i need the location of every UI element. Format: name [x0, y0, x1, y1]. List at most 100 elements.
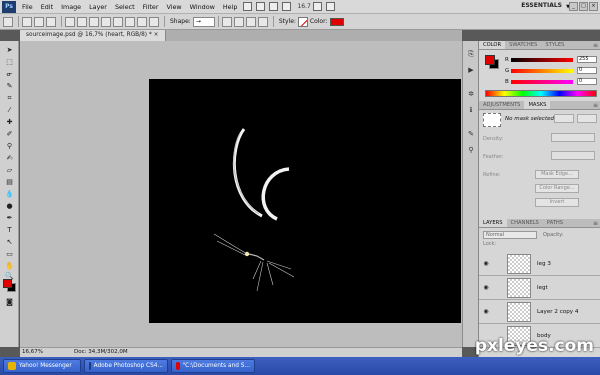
invert-button[interactable]: Invert: [535, 198, 579, 207]
red-value-field[interactable]: 255: [577, 56, 597, 63]
actions-icon[interactable]: ▶: [466, 65, 476, 75]
canvas-area[interactable]: [20, 41, 462, 347]
vector-mask-button[interactable]: [577, 114, 597, 123]
menu-image[interactable]: Image: [57, 3, 85, 11]
clone-source-icon[interactable]: ⚲: [466, 145, 476, 155]
mask-edge-button[interactable]: Mask Edge...: [535, 170, 579, 179]
blue-track[interactable]: [511, 80, 573, 84]
document-canvas[interactable]: [149, 79, 461, 323]
healing-brush-tool-icon[interactable]: ✚: [4, 117, 15, 127]
color-spectrum-bar[interactable]: [485, 90, 597, 97]
panel-menu-icon[interactable]: ≡: [593, 41, 598, 50]
status-zoom[interactable]: 16,67%: [22, 348, 43, 357]
pen-tool-icon[interactable]: ✒: [4, 213, 15, 223]
hand-tool-icon[interactable]: ✋: [4, 261, 15, 271]
pen-icon[interactable]: [65, 16, 75, 27]
close-icon[interactable]: ×: [154, 32, 159, 38]
rectangle-icon[interactable]: [89, 16, 99, 27]
layer-name[interactable]: leg 3: [537, 260, 551, 268]
tab-paths[interactable]: PATHS: [543, 219, 567, 227]
path-select-tool-icon[interactable]: ↖: [4, 237, 15, 247]
document-tab[interactable]: sourceimage.psd @ 16,7% (heart, RGB/8) *…: [20, 30, 166, 41]
menu-filter[interactable]: Filter: [139, 3, 163, 11]
menu-help[interactable]: Help: [219, 3, 242, 11]
style-picker[interactable]: [297, 16, 308, 27]
color-range-button[interactable]: Color Range...: [535, 184, 579, 193]
navigator-icon[interactable]: ✲: [466, 89, 476, 99]
dodge-tool-icon[interactable]: ●: [4, 201, 15, 211]
intersect-icon[interactable]: [245, 16, 256, 27]
pixel-mask-button[interactable]: [554, 114, 574, 123]
shape-tool-icon[interactable]: ▭: [4, 249, 15, 259]
tab-styles[interactable]: STYLES: [541, 41, 568, 49]
tab-adjustments[interactable]: ADJUSTMENTS: [479, 101, 524, 109]
minimize-icon[interactable]: _: [569, 2, 578, 11]
shape-picker[interactable]: →: [192, 16, 215, 27]
lasso-tool-icon[interactable]: ᓂ: [4, 69, 15, 79]
arrange-documents-icon[interactable]: [312, 2, 322, 11]
layer-row[interactable]: ◉ legt: [479, 276, 600, 300]
color-panel-foreground[interactable]: [485, 55, 495, 65]
eye-icon[interactable]: ◉: [482, 284, 490, 292]
blur-tool-icon[interactable]: 💧: [4, 189, 15, 199]
tab-layers[interactable]: LAYERS: [479, 219, 507, 227]
history-brush-tool-icon[interactable]: ✍: [4, 153, 15, 163]
layer-row[interactable]: ◉ Layer 2 copy 4: [479, 300, 600, 324]
eye-icon[interactable]: ◉: [482, 308, 490, 316]
type-tool-icon[interactable]: T: [4, 225, 15, 235]
bridge-icon[interactable]: [243, 2, 253, 11]
menu-file[interactable]: File: [18, 3, 37, 11]
tab-channels[interactable]: CHANNELS: [507, 219, 543, 227]
blend-mode-select[interactable]: Normal: [483, 231, 537, 239]
menu-select[interactable]: Select: [111, 3, 139, 11]
marquee-tool-icon[interactable]: ⬚: [4, 57, 15, 67]
green-value-field[interactable]: 0: [577, 67, 597, 74]
custom-shape-icon[interactable]: [149, 16, 159, 27]
shape-layers-icon[interactable]: [22, 16, 32, 27]
layer-row[interactable]: ◉ leg 3: [479, 252, 600, 276]
line-icon[interactable]: [137, 16, 147, 27]
eraser-tool-icon[interactable]: ▱: [4, 165, 15, 175]
close-icon[interactable]: ×: [589, 2, 598, 11]
red-track[interactable]: [511, 58, 573, 62]
panel-menu-icon[interactable]: ≡: [593, 101, 598, 110]
combine-icon[interactable]: [221, 16, 232, 27]
menu-window[interactable]: Window: [186, 3, 219, 11]
mini-bridge-icon[interactable]: [256, 2, 266, 11]
exclude-icon[interactable]: [257, 16, 268, 27]
fill-pixels-icon[interactable]: [46, 16, 56, 27]
menu-view[interactable]: View: [162, 3, 185, 11]
screen-mode-icon[interactable]: [325, 2, 335, 11]
red-slider[interactable]: R 255: [505, 56, 599, 64]
brush-tool-icon[interactable]: ✐: [4, 129, 15, 139]
taskbar-item[interactable]: Adobe Photoshop CS4...: [84, 359, 168, 373]
density-field[interactable]: [551, 133, 595, 142]
taskbar-item[interactable]: "C:\Documents and S...: [171, 359, 255, 373]
foreground-color-swatch[interactable]: [3, 279, 12, 288]
subtract-icon[interactable]: [233, 16, 244, 27]
paths-icon[interactable]: [34, 16, 44, 27]
menu-edit[interactable]: Edit: [37, 3, 57, 11]
menu-layer[interactable]: Layer: [85, 3, 111, 11]
tool-preset-icon[interactable]: [3, 16, 13, 27]
move-tool-icon[interactable]: ➤: [4, 45, 15, 55]
green-slider[interactable]: G 0: [505, 67, 599, 75]
tab-color[interactable]: COLOR: [479, 41, 506, 49]
blue-value-field[interactable]: 0: [577, 78, 597, 85]
hand-icon[interactable]: [269, 2, 279, 11]
layer-name[interactable]: Layer 2 copy 4: [537, 308, 578, 316]
maximize-icon[interactable]: □: [579, 2, 588, 11]
feather-field[interactable]: [551, 151, 595, 160]
green-track[interactable]: [511, 69, 573, 73]
zoom-level[interactable]: 16.7: [297, 3, 310, 10]
history-icon[interactable]: ⎘: [466, 49, 476, 59]
shape-color-swatch[interactable]: [329, 17, 344, 26]
panel-menu-icon[interactable]: ≡: [593, 219, 598, 228]
quick-mask-icon[interactable]: ◙: [4, 297, 15, 307]
brushes-icon[interactable]: ✎: [466, 129, 476, 139]
taskbar-item[interactable]: Yahoo! Messenger: [3, 359, 81, 373]
crop-tool-icon[interactable]: ⌗: [4, 93, 15, 103]
tab-masks[interactable]: MASKS: [524, 101, 551, 109]
polygon-icon[interactable]: [125, 16, 135, 27]
workspace-switcher[interactable]: ESSENTIALS: [521, 2, 562, 9]
